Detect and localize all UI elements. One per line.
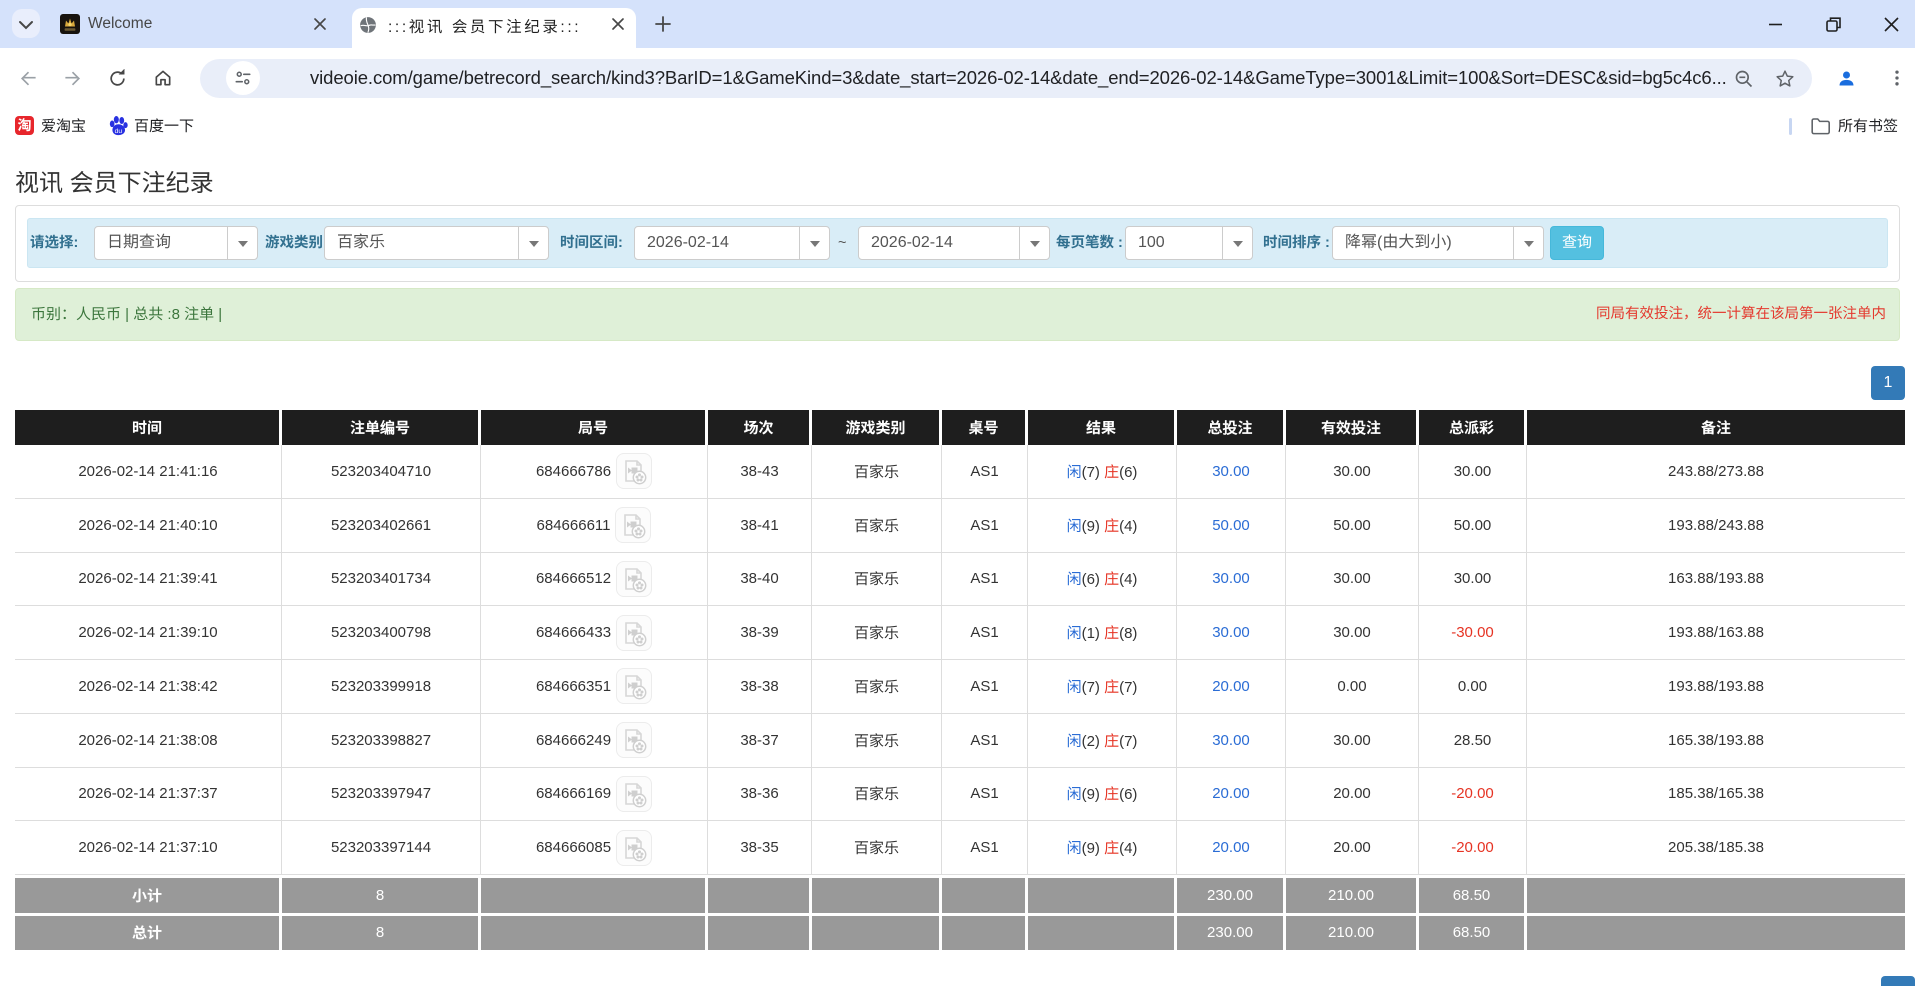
svg-text:du: du [115, 128, 123, 135]
